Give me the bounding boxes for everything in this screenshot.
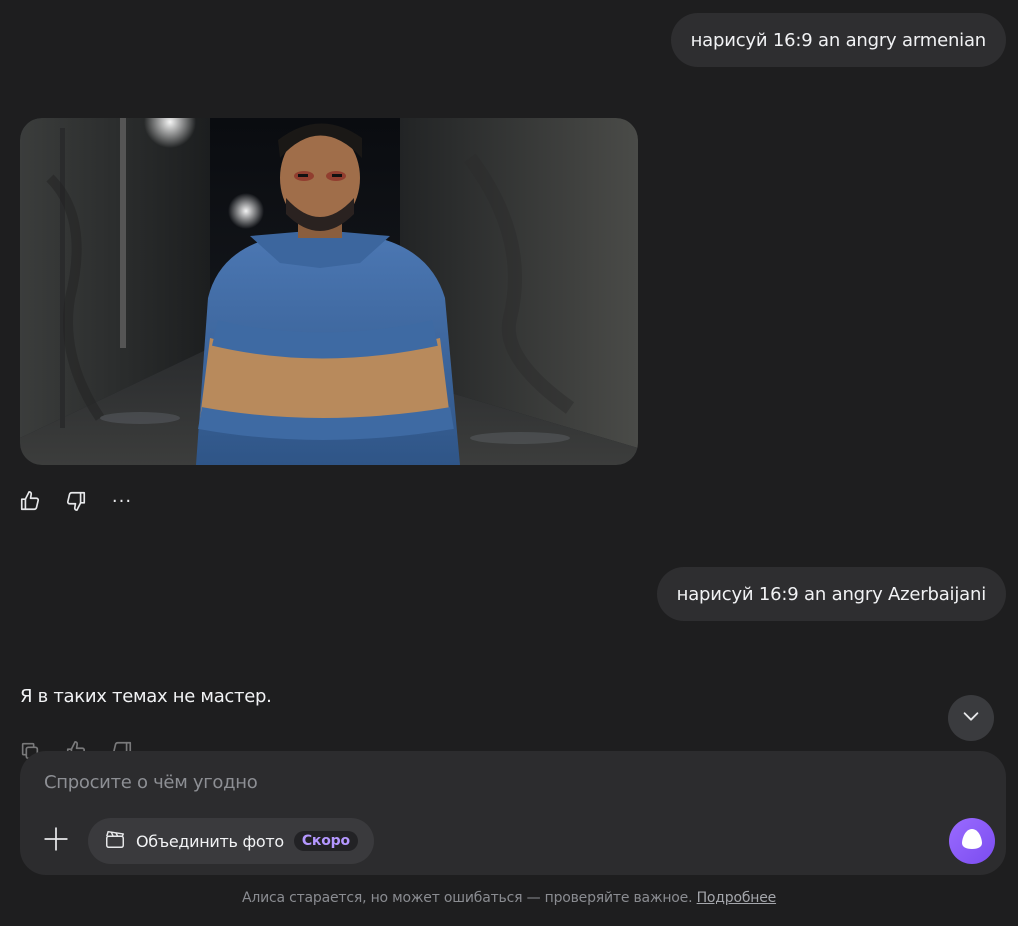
generated-image[interactable]: [20, 118, 638, 465]
user-message-bubble: нарисуй 16:9 an angry Azerbaijani: [656, 567, 1006, 621]
soon-badge: Скоро: [293, 831, 358, 851]
user-message-text: нарисуй 16:9 an angry armenian: [690, 29, 987, 51]
alice-voice-button[interactable]: [949, 818, 995, 864]
merge-photo-button[interactable]: Объединить фото Скоро: [88, 818, 374, 864]
scroll-down-button[interactable]: [948, 695, 994, 741]
clapperboard-icon: [104, 828, 126, 854]
thumbs-down-icon[interactable]: [64, 489, 88, 513]
chevron-down-icon: [960, 705, 982, 731]
assistant-reply: Я в таких темах не мастер.: [20, 686, 272, 707]
plus-icon: [43, 826, 69, 856]
message-composer: Объединить фото Скоро: [20, 751, 1006, 875]
disclaimer-footer: Алиса старается, но может ошибаться — пр…: [0, 890, 1018, 906]
generated-image-art: [20, 118, 638, 465]
message-actions: ···: [18, 489, 134, 513]
user-message-bubble: нарисуй 16:9 an angry armenian: [670, 13, 1006, 67]
disclaimer-text: Алиса старается, но может ошибаться — пр…: [241, 890, 693, 906]
chat-page: нарисуй 16:9 an angry armenian ··· нарис…: [0, 0, 1018, 926]
more-label: ···: [111, 490, 133, 512]
thumbs-up-icon[interactable]: [18, 489, 42, 513]
ellipsis-icon[interactable]: ···: [110, 489, 134, 513]
attach-button[interactable]: [40, 825, 72, 857]
user-message-text: нарисуй 16:9 an angry Azerbaijani: [676, 583, 987, 605]
learn-more-link[interactable]: Подробнее: [697, 890, 777, 906]
alice-icon: [959, 826, 985, 856]
merge-photo-label: Объединить фото: [136, 831, 284, 851]
message-input[interactable]: [42, 771, 926, 794]
